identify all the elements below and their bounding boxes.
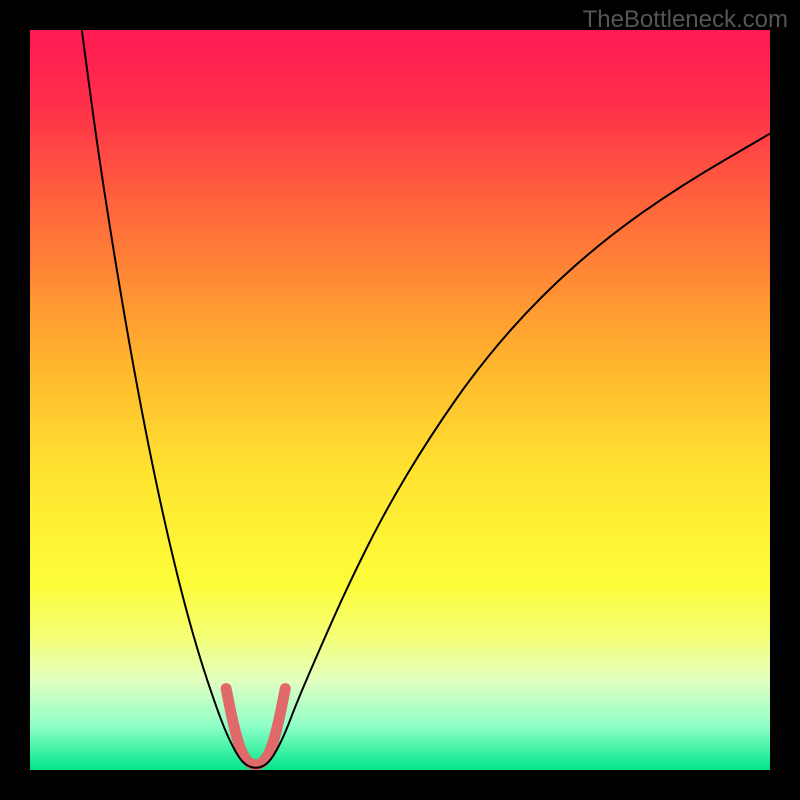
chart-plot-area — [30, 30, 770, 770]
chart-background — [30, 30, 770, 770]
chart-svg — [30, 30, 770, 770]
watermark-text: TheBottleneck.com — [583, 6, 788, 34]
